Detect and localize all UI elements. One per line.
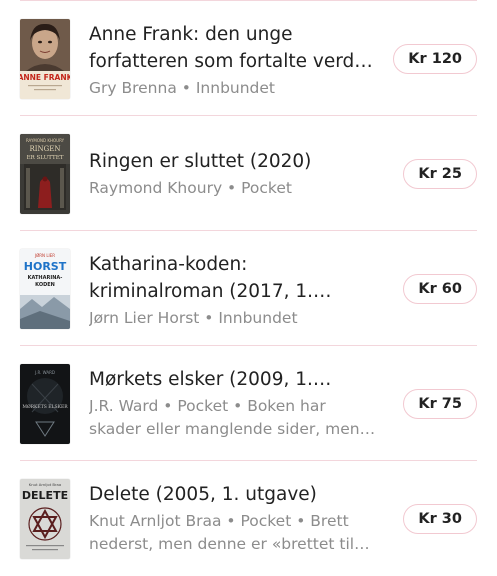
book-format: Pocket	[240, 512, 292, 530]
meta-separator: •	[199, 309, 219, 327]
book-cover-image: JØRN LIER HORST KATHARINA- KODEN	[20, 249, 70, 329]
svg-text:RINGEN: RINGEN	[30, 145, 61, 153]
svg-text:MØRKETS ELSKER: MØRKETS ELSKER	[22, 403, 68, 410]
book-list-item[interactable]: Knut Arnljot Braa DELETE Delete (2005, 1…	[0, 461, 497, 576]
book-author: Knut Arnljot Braa	[89, 512, 222, 530]
price-button[interactable]: Kr 60	[403, 274, 477, 304]
ringen-er-sluttet-cover-icon: RAYMOND KHOURY RINGEN ER SLUTTET	[20, 134, 70, 214]
book-title: Katharina-koden: kriminalroman (2017, 1.…	[89, 254, 314, 302]
book-meta: Gry Brenna • Innbundet	[89, 77, 381, 100]
delete-cover-icon: Knut Arnljot Braa DELETE	[20, 479, 70, 559]
anne-frank-cover-icon: ANNE FRANK	[20, 19, 70, 99]
book-info: Katharina-koden: kriminalroman (2017, 1.…	[89, 251, 381, 330]
book-meta: Jørn Lier Horst • Innbundet	[89, 307, 381, 330]
svg-text:DELETE: DELETE	[22, 489, 68, 502]
price-button[interactable]: Kr 120	[393, 44, 477, 74]
svg-text:RAYMOND KHOURY: RAYMOND KHOURY	[26, 138, 65, 143]
svg-text:ER SLUTTET: ER SLUTTET	[27, 155, 64, 161]
svg-text:ANNE FRANK: ANNE FRANK	[20, 73, 70, 82]
book-cover-image: ANNE FRANK	[20, 19, 70, 99]
book-title: Mørkets elsker (2009, 1. utgave)	[89, 369, 313, 390]
book-author: Jørn Lier Horst	[89, 309, 200, 327]
book-meta: Knut Arnljot Braa • Pocket • Brett neder…	[89, 510, 381, 556]
book-format: Pocket	[177, 397, 229, 415]
book-author: Raymond Khoury	[89, 179, 223, 197]
book-list-item[interactable]: MØRKETS ELSKER J.R. WARD Mørkets elsker …	[0, 346, 497, 461]
meta-separator: •	[222, 179, 242, 197]
svg-text:KATHARINA-: KATHARINA-	[28, 275, 63, 281]
book-info: Delete (2005, 1. utgave) Knut Arnljot Br…	[89, 481, 381, 556]
book-format: Innbundet	[195, 79, 276, 97]
book-cover-image: MØRKETS ELSKER J.R. WARD	[20, 364, 70, 444]
katharina-koden-cover-icon: JØRN LIER HORST KATHARINA- KODEN	[20, 249, 70, 329]
morkets-elsker-cover-icon: MØRKETS ELSKER J.R. WARD	[20, 364, 70, 444]
price-button[interactable]: Kr 75	[403, 389, 477, 419]
book-list-item[interactable]: ANNE FRANK Anne Frank: den unge forfatte…	[0, 1, 497, 116]
book-title: Delete (2005, 1. utgave)	[89, 484, 317, 505]
book-info: Ringen er sluttet (2020) Raymond Khoury …	[89, 148, 381, 200]
svg-text:HORST: HORST	[24, 260, 67, 273]
meta-separator: •	[158, 397, 178, 415]
book-cover-image: Knut Arnljot Braa DELETE	[20, 479, 70, 559]
book-author: Gry Brenna	[89, 79, 177, 97]
meta-separator: •	[228, 397, 248, 415]
book-format: Pocket	[241, 179, 292, 197]
meta-separator: •	[291, 512, 311, 530]
book-title: Anne Frank: den unge forfatteren som for…	[89, 24, 373, 72]
meta-separator: •	[176, 79, 196, 97]
svg-text:JØRN LIER: JØRN LIER	[34, 253, 55, 258]
price-button[interactable]: Kr 30	[403, 504, 477, 534]
book-meta: Raymond Khoury • Pocket	[89, 177, 381, 200]
svg-text:Knut Arnljot Braa: Knut Arnljot Braa	[29, 482, 61, 487]
book-author: J.R. Ward	[89, 397, 159, 415]
book-info: Anne Frank: den unge forfatteren som for…	[89, 21, 381, 100]
book-list-item[interactable]: JØRN LIER HORST KATHARINA- KODEN Kathari…	[0, 231, 497, 346]
book-list-item[interactable]: RAYMOND KHOURY RINGEN ER SLUTTET Ringen …	[0, 116, 497, 231]
book-info: Mørkets elsker (2009, 1. utgave) J.R. Wa…	[89, 366, 381, 441]
book-title: Ringen er sluttet (2020)	[89, 151, 312, 172]
book-meta: J.R. Ward • Pocket • Boken har skader el…	[89, 395, 381, 441]
price-button[interactable]: Kr 25	[403, 159, 477, 189]
book-cover-image: RAYMOND KHOURY RINGEN ER SLUTTET	[20, 134, 70, 214]
svg-text:J.R. WARD: J.R. WARD	[34, 370, 55, 375]
meta-separator: •	[221, 512, 241, 530]
svg-text:KODEN: KODEN	[35, 282, 55, 288]
book-format: Innbundet	[218, 309, 298, 327]
